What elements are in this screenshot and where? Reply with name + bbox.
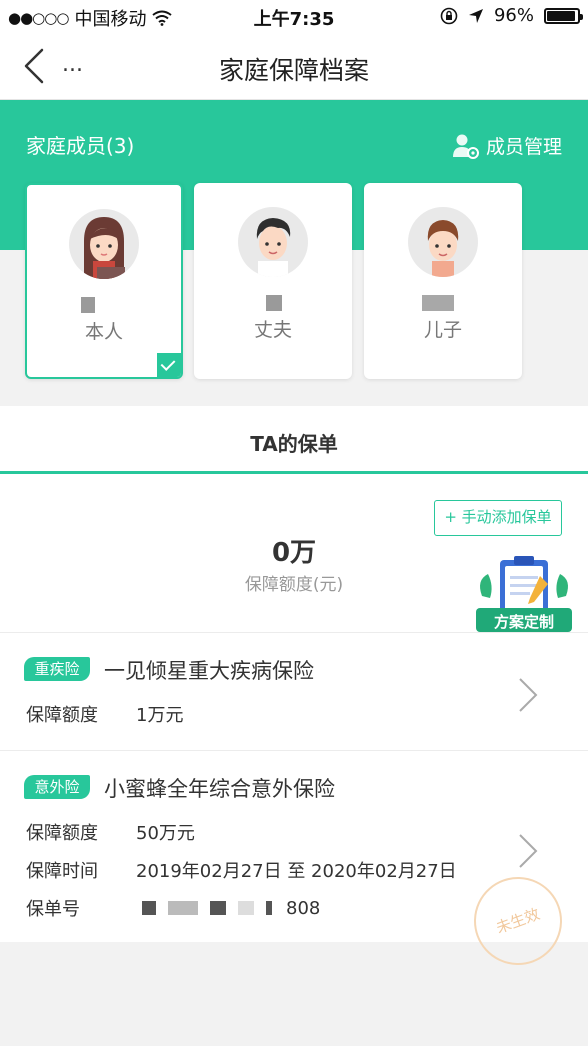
location-arrow-icon [468, 8, 483, 23]
not-effective-stamp: 未生效 [461, 864, 575, 978]
policy-name: 一见倾星重大疾病保险 [104, 659, 314, 683]
policy-number-suffix: 808 [286, 897, 321, 919]
add-policy-button[interactable]: + 手动添加保单 [434, 500, 562, 536]
field-key: 保障额度 [26, 823, 98, 844]
battery-icon [544, 7, 583, 24]
selected-check-icon [157, 353, 181, 377]
policy-field-row: 保障额度 50万元 [26, 819, 195, 845]
rotation-lock-icon [440, 7, 458, 24]
policy-card[interactable]: 意外险 小蜜蜂全年综合意外保险 保障额度 50万元 保障时间 2019年02月2… [0, 750, 588, 978]
chevron-right-icon[interactable] [516, 675, 540, 715]
field-key: 保单号 [26, 899, 80, 920]
plan-customize-badge[interactable]: 方案定制 [474, 554, 574, 644]
policy-summary: + 手动添加保单 0万 保障额度(元) 方案定制 [0, 474, 588, 632]
member-name-redacted [81, 297, 95, 313]
member-name-redacted [422, 295, 454, 311]
field-value: 2019年02月27日 至 2020年02月27日 [136, 861, 457, 882]
policies-title: TA的保单 [250, 432, 338, 456]
policy-field-row: 保单号 808 [26, 895, 320, 921]
battery-percent: 96% [493, 5, 534, 26]
status-bar: ●●○○○ 中国移动 上午7:35 96% [0, 0, 588, 34]
policy-card[interactable]: 重疾险 一见倾星重大疾病保险 保障额度 1万元 [0, 632, 588, 750]
policy-field-row: 保障额度 1万元 [26, 701, 183, 727]
field-value: 50万元 [136, 823, 195, 844]
policy-name: 小蜜蜂全年综合意外保险 [104, 777, 335, 801]
member-label: 丈夫 [253, 319, 292, 341]
member-label: 本人 [84, 321, 123, 343]
nav-bar: ... 家庭保障档案 [0, 34, 588, 100]
field-key: 保障时间 [26, 861, 98, 882]
field-key: 保障额度 [26, 705, 98, 726]
chevron-right-icon[interactable] [516, 831, 540, 871]
plan-customize-label: 方案定制 [493, 613, 554, 631]
policy-type-tag: 意外险 [24, 775, 90, 799]
field-value: 1万元 [136, 705, 184, 726]
member-name-redacted [266, 295, 282, 311]
policies-tab-header: TA的保单 [0, 406, 588, 474]
member-cards: 本人 丈夫 儿子 [0, 183, 588, 383]
family-members-title: 家庭成员(3) [26, 134, 135, 158]
policy-field-row: 保障时间 2019年02月27日 至 2020年02月27日 [26, 857, 457, 883]
avatar-male [238, 207, 308, 277]
member-label: 儿子 [423, 319, 462, 341]
policy-number-redacted [142, 901, 272, 915]
member-card-son[interactable]: 儿子 [364, 183, 522, 379]
avatar-boy [408, 207, 478, 277]
avatar-female [69, 209, 139, 279]
policy-type-tag: 重疾险 [24, 657, 90, 681]
page-title: 家庭保障档案 [218, 56, 369, 85]
member-management-button[interactable]: 成员管理 [452, 132, 562, 159]
member-card-self[interactable]: 本人 [25, 183, 183, 379]
member-card-husband[interactable]: 丈夫 [194, 183, 352, 379]
member-settings-icon [452, 134, 479, 159]
member-management-label: 成员管理 [485, 136, 562, 158]
